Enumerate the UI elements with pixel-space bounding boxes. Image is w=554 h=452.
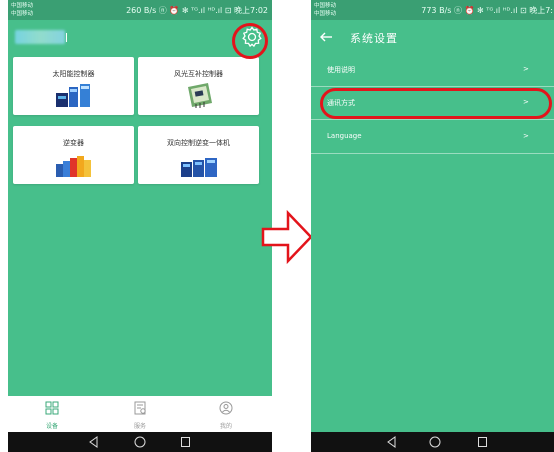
chevron-right-icon: > <box>523 132 529 140</box>
carrier-text: 中国移动 中国移动 <box>314 3 337 17</box>
settings-header: 系统设置 <box>311 20 554 54</box>
solar-controller-image <box>55 84 90 107</box>
gear-highlight-circle <box>232 23 268 59</box>
device-label: 逆变器 <box>63 139 84 147</box>
android-nav-bar <box>8 432 272 452</box>
inverter-image <box>55 156 91 177</box>
right-phone-screen: 中国移动 中国移动 773 B/s ⓝ ⏰ ✻ ᵀᴳ.ıl ᴴᴰ.ıl ⊡ 晚上… <box>311 0 554 452</box>
left-phone-screen: 中国移动 中国移动 260 B/s ⓝ ⏰ ✻ ᵀᴳ.ıl ᴴᴰ.ıl ⊡ 晚上… <box>8 0 272 452</box>
back-arrow-icon[interactable] <box>319 30 333 44</box>
device-card-wind-solar-controller[interactable]: 风光互补控制器 <box>138 57 259 115</box>
chevron-right-icon: > <box>523 65 529 73</box>
status-bar: 中国移动 中国移动 773 B/s ⓝ ⏰ ✻ ᵀᴳ.ıl ᴴᴰ.ıl ⊡ 晚上… <box>311 0 554 20</box>
nav-item-service[interactable]: 服务 <box>120 400 160 430</box>
android-back-icon[interactable] <box>386 436 397 448</box>
nav-label: 设备 <box>45 423 58 430</box>
page-title: 系统设置 <box>350 32 398 45</box>
device-label: 太阳能控制器 <box>52 70 95 78</box>
setting-row-language[interactable]: Language > <box>311 122 554 154</box>
user-icon <box>219 401 233 415</box>
grid-icon <box>45 401 59 415</box>
device-label: 风光互补控制器 <box>174 70 223 78</box>
android-home-icon[interactable] <box>429 436 441 448</box>
setting-row-instructions[interactable]: 使用说明 > <box>311 55 554 87</box>
status-info: 260 B/s ⓝ ⏰ ✻ ᵀᴳ.ıl ᴴᴰ.ıl ⊡ 晚上7:02 <box>126 6 268 15</box>
android-recents-icon[interactable] <box>477 436 488 448</box>
nav-item-mine[interactable]: 我的 <box>206 400 246 430</box>
nav-item-devices[interactable]: 设备 <box>32 400 72 430</box>
android-home-icon[interactable] <box>134 436 146 448</box>
right-arrow-icon <box>261 209 313 265</box>
device-card-bidirectional-inverter[interactable]: 双向控制逆变一体机 <box>138 126 259 184</box>
nav-label: 我的 <box>219 423 232 430</box>
communication-highlight-oval <box>320 88 552 119</box>
carrier-text: 中国移动 中国移动 <box>11 3 34 17</box>
status-bar: 中国移动 中国移动 260 B/s ⓝ ⏰ ✻ ᵀᴳ.ıl ᴴᴰ.ıl ⊡ 晚上… <box>8 0 272 20</box>
setting-label: Language <box>327 132 362 140</box>
status-info: 773 B/s ⓝ ⏰ ✻ ᵀᴳ.ıl ᴴᴰ.ıl ⊡ 晚上7: <box>421 6 553 15</box>
android-nav-bar <box>311 432 554 452</box>
nav-label: 服务 <box>133 423 146 430</box>
device-card-solar-controller[interactable]: 太阳能控制器 <box>13 57 134 115</box>
service-icon <box>134 401 146 415</box>
setting-label: 使用说明 <box>327 66 355 74</box>
bottom-navigation: 设备 服务 我的 <box>8 396 272 432</box>
blurred-account-name <box>15 30 65 44</box>
device-label: 双向控制逆变一体机 <box>167 139 230 147</box>
wind-solar-controller-image <box>187 83 212 108</box>
android-recents-icon[interactable] <box>180 436 191 448</box>
name-separator <box>66 33 67 42</box>
bidirectional-inverter-image <box>180 158 217 177</box>
device-card-inverter[interactable]: 逆变器 <box>13 126 134 184</box>
android-back-icon[interactable] <box>88 436 99 448</box>
